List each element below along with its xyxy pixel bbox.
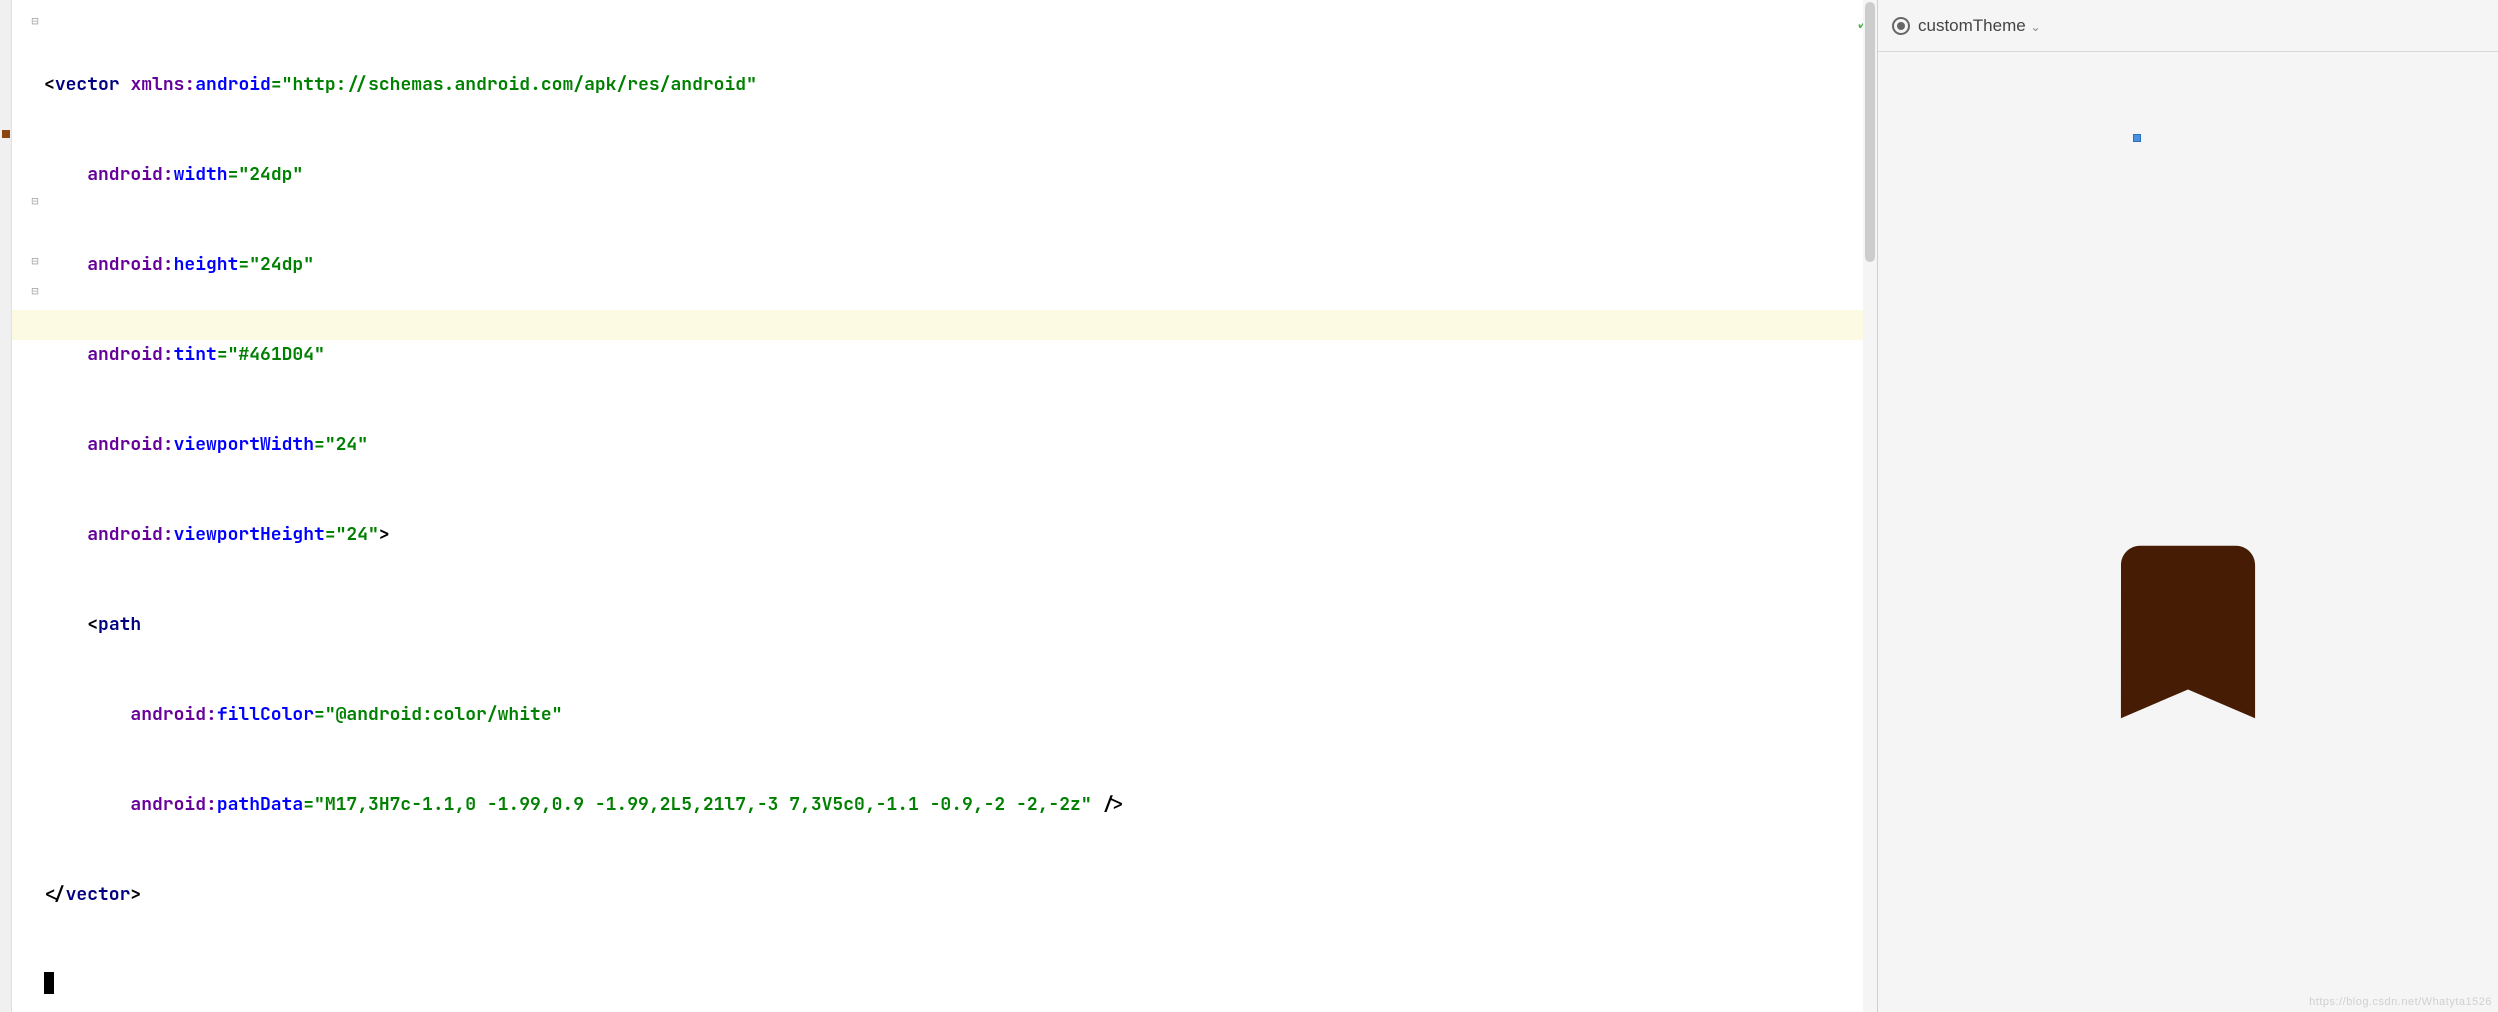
editor-scrollbar[interactable] <box>1863 0 1877 1012</box>
scrollbar-thumb[interactable] <box>1865 2 1875 262</box>
bookmark-icon <box>2073 482 2303 782</box>
code-line: </vector> <box>44 880 1877 910</box>
code-content[interactable]: <vector xmlns:android="http://schemas.an… <box>44 0 1877 1012</box>
code-line: android:viewportWidth="24" <box>44 430 1877 460</box>
code-line <box>44 970 1877 1000</box>
fold-marker-icon[interactable]: ⊟ <box>30 16 40 26</box>
code-line: android:fillColor="@android:color/white" <box>44 700 1877 730</box>
code-line: <vector xmlns:android="http://schemas.an… <box>44 70 1877 100</box>
code-line: <path <box>44 610 1877 640</box>
selection-handle[interactable] <box>2133 134 2141 142</box>
fold-marker-icon[interactable]: ⊟ <box>30 256 40 266</box>
theme-dropdown[interactable]: customTheme ⌄ <box>1918 16 2041 36</box>
fold-marker-icon[interactable]: ⊟ <box>30 196 40 206</box>
code-line: android:pathData="M17,3H7c-1.1,0 -1.99,0… <box>44 790 1877 820</box>
preview-toolbar: customTheme ⌄ <box>1878 0 2498 52</box>
theme-icon <box>1892 17 1910 35</box>
code-line: android:height="24dp" <box>44 250 1877 280</box>
breakpoint-marker[interactable] <box>2 130 10 138</box>
editor-gutter: ⊟ ⊟ ⊟ ⊟ <box>12 0 40 1012</box>
code-line: android:width="24dp" <box>44 160 1877 190</box>
code-line: android:tint="#461D04" <box>44 340 1877 370</box>
code-line: android:viewportHeight="24"> <box>44 520 1877 550</box>
fold-marker-icon[interactable]: ⊟ <box>30 286 40 296</box>
preview-panel: customTheme ⌄ https://blog.csdn.net/What… <box>1878 0 2498 1012</box>
left-gutter-margin <box>0 0 12 1012</box>
text-cursor <box>44 972 54 994</box>
chevron-down-icon: ⌄ <box>2030 20 2040 34</box>
watermark-text: https://blog.csdn.net/Whatyta1526 <box>2309 996 2492 1008</box>
code-editor-panel[interactable]: ⊟ ⊟ ⊟ ⊟ <vector xmlns:android="http://sc… <box>12 0 1878 1012</box>
preview-canvas[interactable] <box>1878 52 2498 1012</box>
